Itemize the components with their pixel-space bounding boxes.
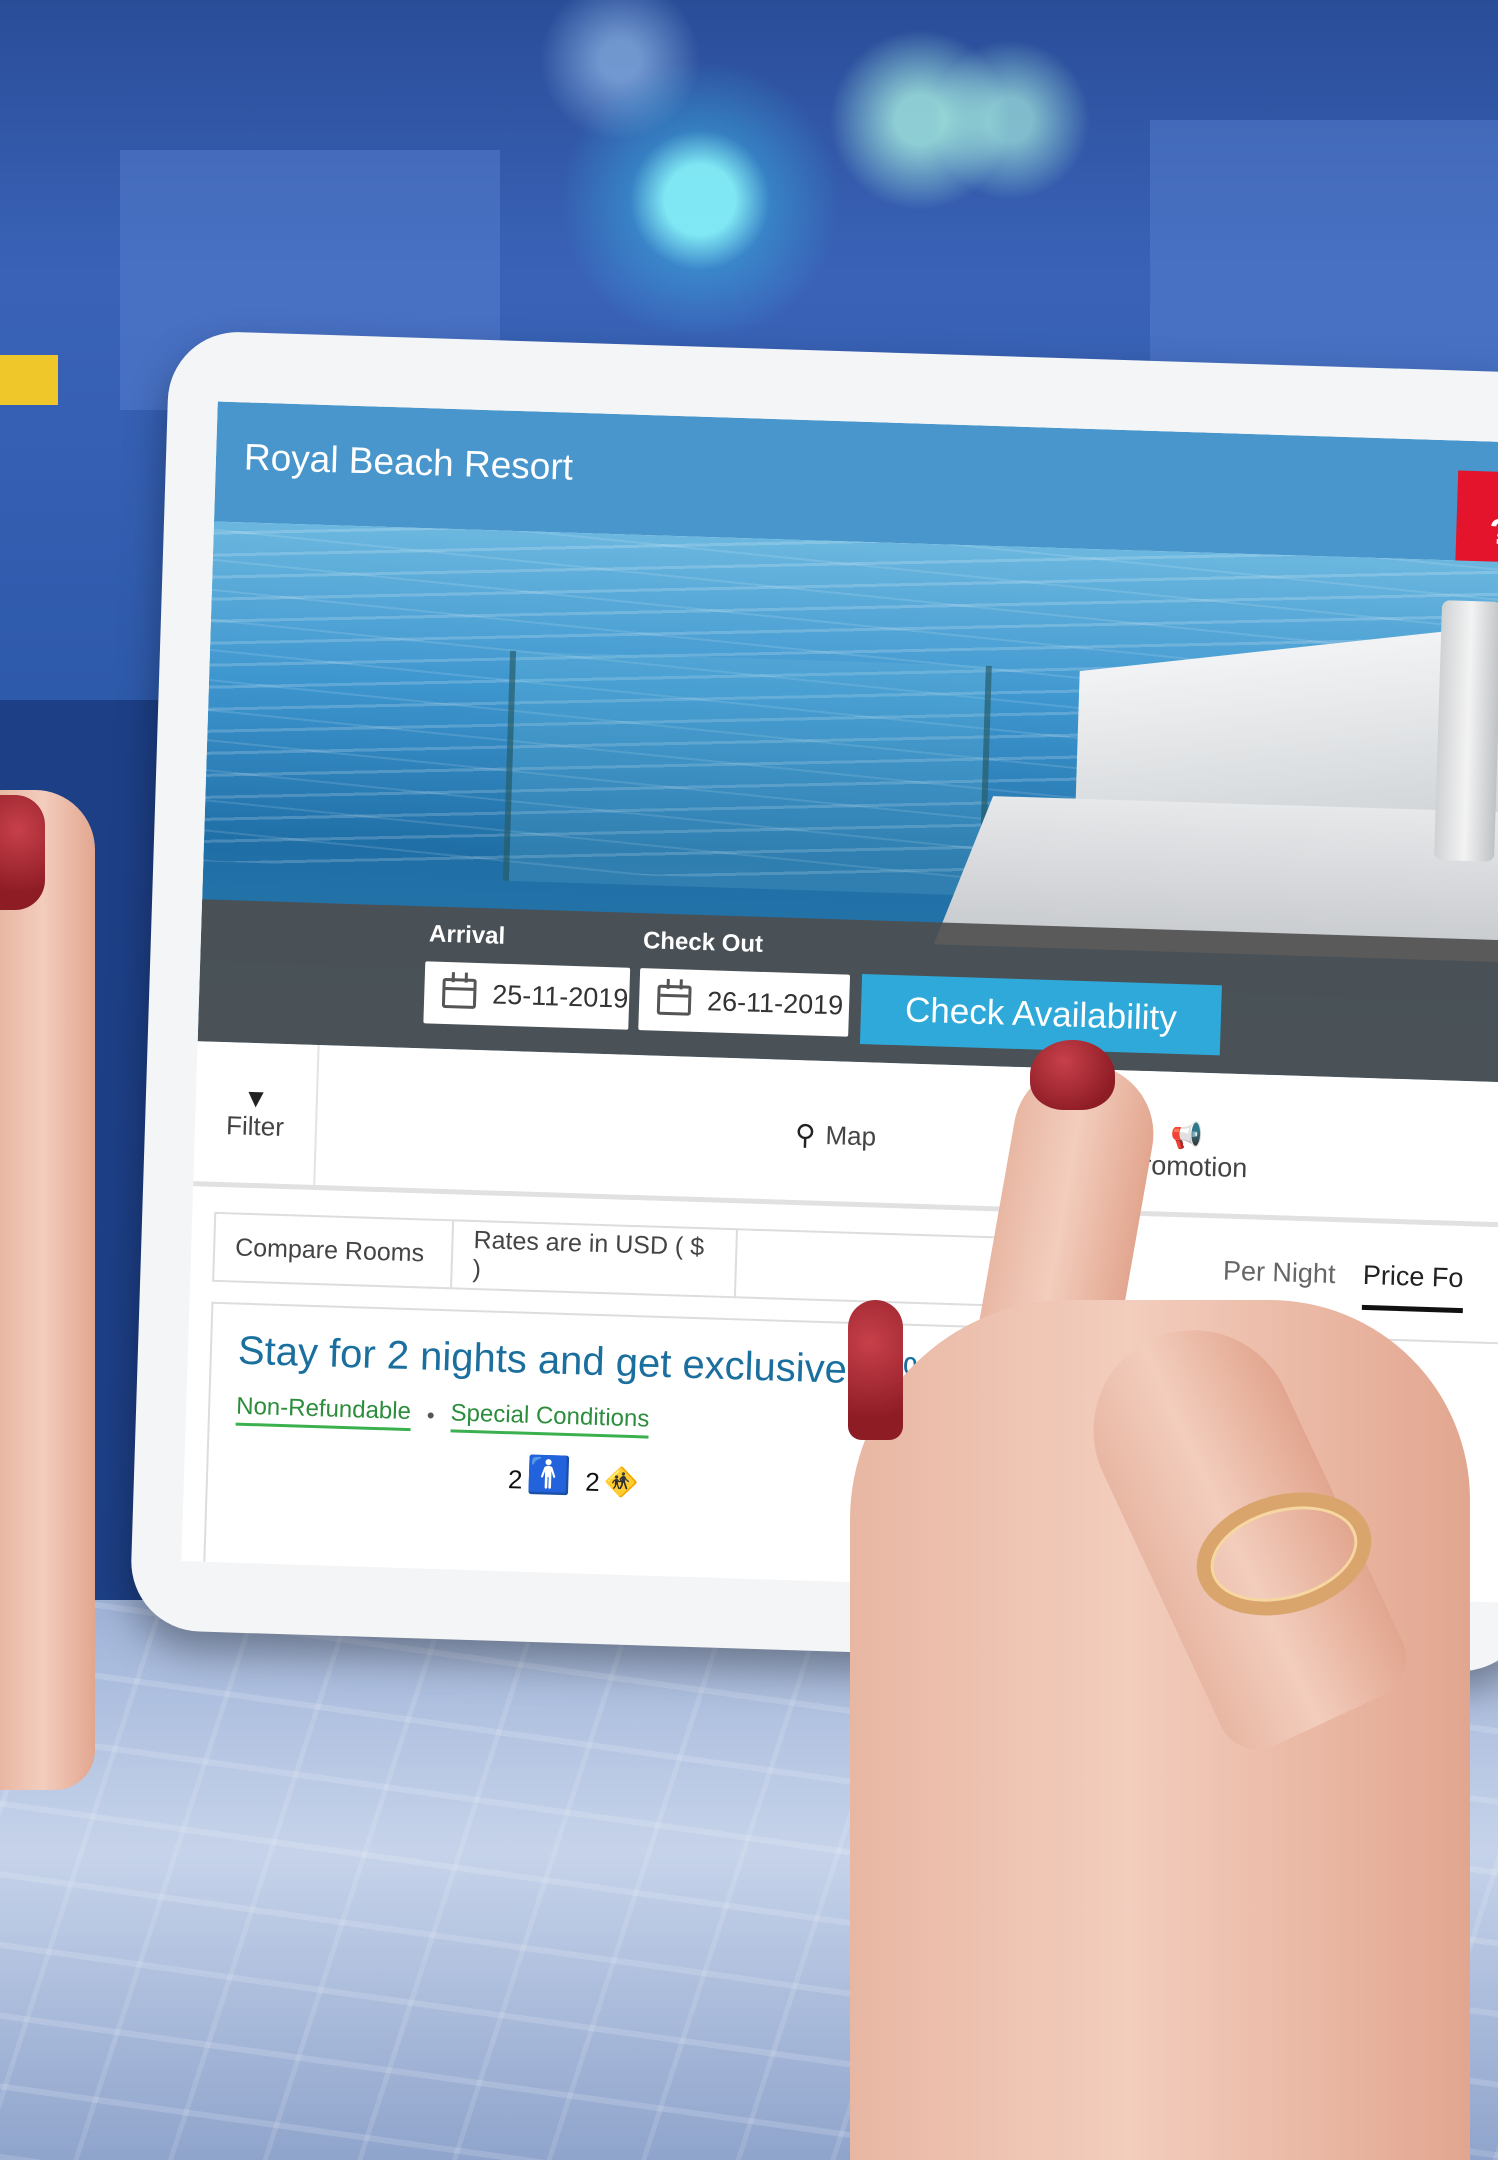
background-light — [0, 355, 58, 405]
checkout-date-value: 26-11-2019 — [706, 985, 844, 1020]
compare-rooms-label: Compare Rooms — [234, 1233, 425, 1267]
occupancy-info: 2 🚹 2 🚸 — [508, 1453, 640, 1499]
left-fingernail — [0, 795, 45, 910]
child-icon: 🚸 — [603, 1466, 640, 1499]
non-refundable-link[interactable]: Non-Refundable — [235, 1392, 412, 1432]
hero-image: Arrival 25-11-2019 Check Out 26-11-2019 … — [197, 521, 1498, 1083]
special-conditions-link[interactable]: Special Conditions — [450, 1399, 650, 1439]
arrival-label: Arrival — [428, 920, 506, 950]
tab-price-for[interactable]: Price Fo — [1361, 1259, 1464, 1314]
tab-per-night[interactable]: Per Night — [1222, 1256, 1336, 1291]
terrace-pillar — [1433, 600, 1498, 862]
checkout-date-field[interactable]: 26-11-2019 — [638, 968, 851, 1037]
thumb-fingernail — [848, 1300, 903, 1440]
megaphone-icon: 📢 — [1170, 1119, 1204, 1151]
calendar-icon — [441, 977, 477, 1009]
glass-railing — [502, 650, 992, 896]
currency-label: Rates are in USD ( $ ) — [472, 1225, 705, 1284]
checkout-label: Check Out — [642, 927, 764, 958]
background-panel — [1150, 120, 1498, 380]
adult-icon: 🚹 — [526, 1453, 573, 1497]
calendar-icon — [656, 984, 692, 1016]
funnel-icon: ▼ — [242, 1082, 270, 1113]
currency-selector[interactable]: Rates are in USD ( $ ) — [450, 1219, 739, 1299]
index-fingernail — [1030, 1040, 1115, 1110]
compare-rooms-button[interactable]: Compare Rooms — [212, 1211, 455, 1290]
offer-title: Stay for 2 nights and get exclusive 20% — [237, 1328, 939, 1395]
map-pin-icon: ⚲ — [794, 1119, 817, 1151]
children-count: 2 — [584, 1466, 601, 1498]
filter-label: Filter — [225, 1109, 285, 1142]
check-availability-button[interactable]: Check Availability — [859, 974, 1222, 1056]
arrival-date-value: 25-11-2019 — [491, 978, 629, 1014]
filter-button[interactable]: ▼ Filter — [193, 1041, 320, 1185]
arrival-date-field[interactable]: 25-11-2019 — [423, 961, 631, 1030]
tag-separator: • — [426, 1402, 435, 1428]
adults-count: 2 — [507, 1464, 524, 1495]
map-label: Map — [825, 1119, 877, 1152]
left-hand — [0, 790, 95, 1790]
offer-tags: Non-Refundable • Special Conditions — [235, 1392, 650, 1439]
app-title: Royal Beach Resort — [243, 436, 574, 488]
map-button[interactable]: ⚲ Map — [795, 1118, 877, 1154]
